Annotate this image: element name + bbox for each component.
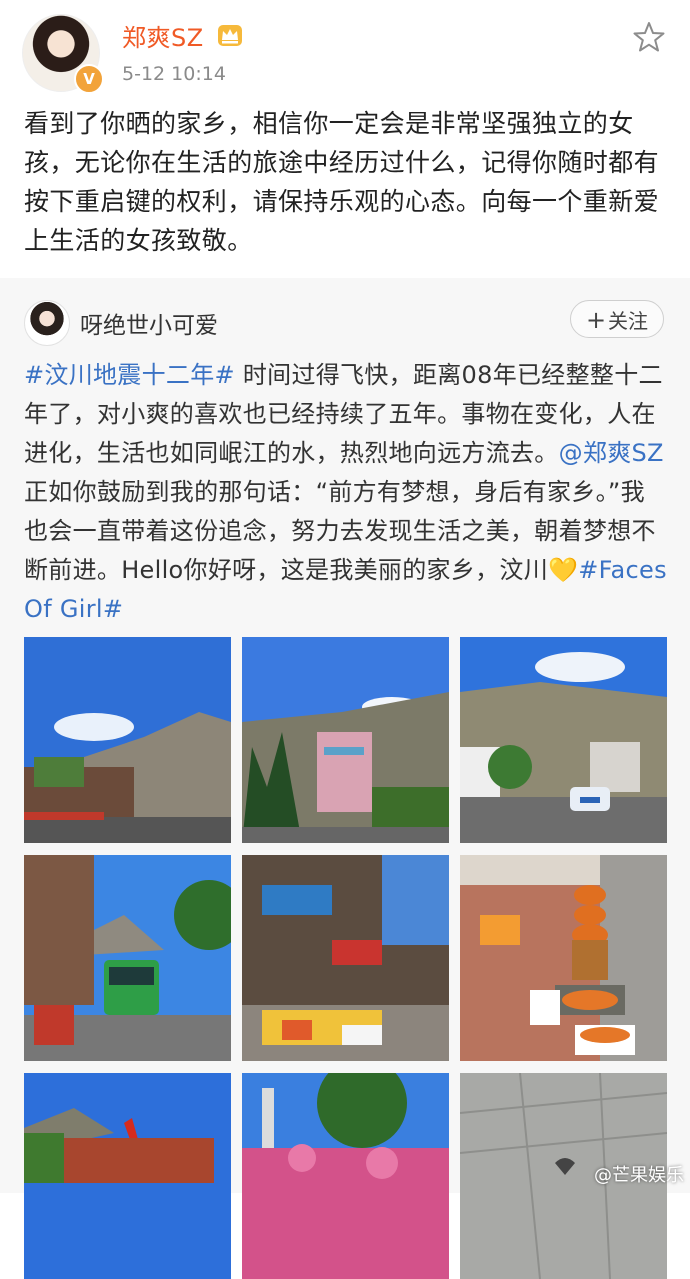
star-icon[interactable] — [632, 20, 666, 54]
crown-icon[interactable] — [217, 22, 243, 48]
heart-emoji: 💛 — [548, 556, 579, 584]
timestamp: 5-12 10:14 — [122, 63, 226, 85]
photo-market-street[interactable] — [242, 855, 449, 1061]
topic-link[interactable]: #汶川地震十二年# — [24, 361, 235, 389]
follow-label: 关注 — [608, 309, 649, 333]
photo-street-mountain[interactable] — [24, 637, 231, 843]
repost-username[interactable]: 呀绝世小可爱 — [80, 306, 218, 340]
post-text: 看到了你晒的家乡，相信你一定会是非常坚强独立的女孩，无论你在生活的旅途中经历过什… — [24, 109, 660, 255]
plus-icon: + — [585, 306, 607, 334]
repost-avatar[interactable] — [24, 300, 70, 346]
username[interactable]: 郑爽SZ — [122, 18, 204, 53]
photo-building-trees[interactable] — [242, 637, 449, 843]
repost-text: #汶川地震十二年# 时间过得飞快，距离08年已经整整十二年了，对小爽的喜欢也已经… — [24, 356, 669, 629]
photo-fruit-stall[interactable] — [460, 855, 667, 1061]
verified-icon: V — [74, 64, 104, 94]
weibo-post: V 郑爽SZ 5-12 10:14 看到了你晒的家乡，相信你一定会是非常坚强独立… — [0, 0, 690, 1279]
photo-flowers-tower[interactable] — [242, 1073, 449, 1279]
photo-red-flag-building[interactable] — [24, 1073, 231, 1279]
photo-road-car[interactable] — [460, 637, 667, 843]
photo-street-bus[interactable] — [24, 855, 231, 1061]
mention-link[interactable]: @郑爽SZ — [559, 439, 664, 467]
repost-card[interactable]: 呀绝世小可爱 + 关注 #汶川地震十二年# 时间过得飞快，距离08年已经整整十二年… — [0, 278, 690, 1279]
follow-button[interactable]: + 关注 — [570, 300, 664, 338]
watermark: @芒果娱乐 — [594, 1165, 684, 1186]
